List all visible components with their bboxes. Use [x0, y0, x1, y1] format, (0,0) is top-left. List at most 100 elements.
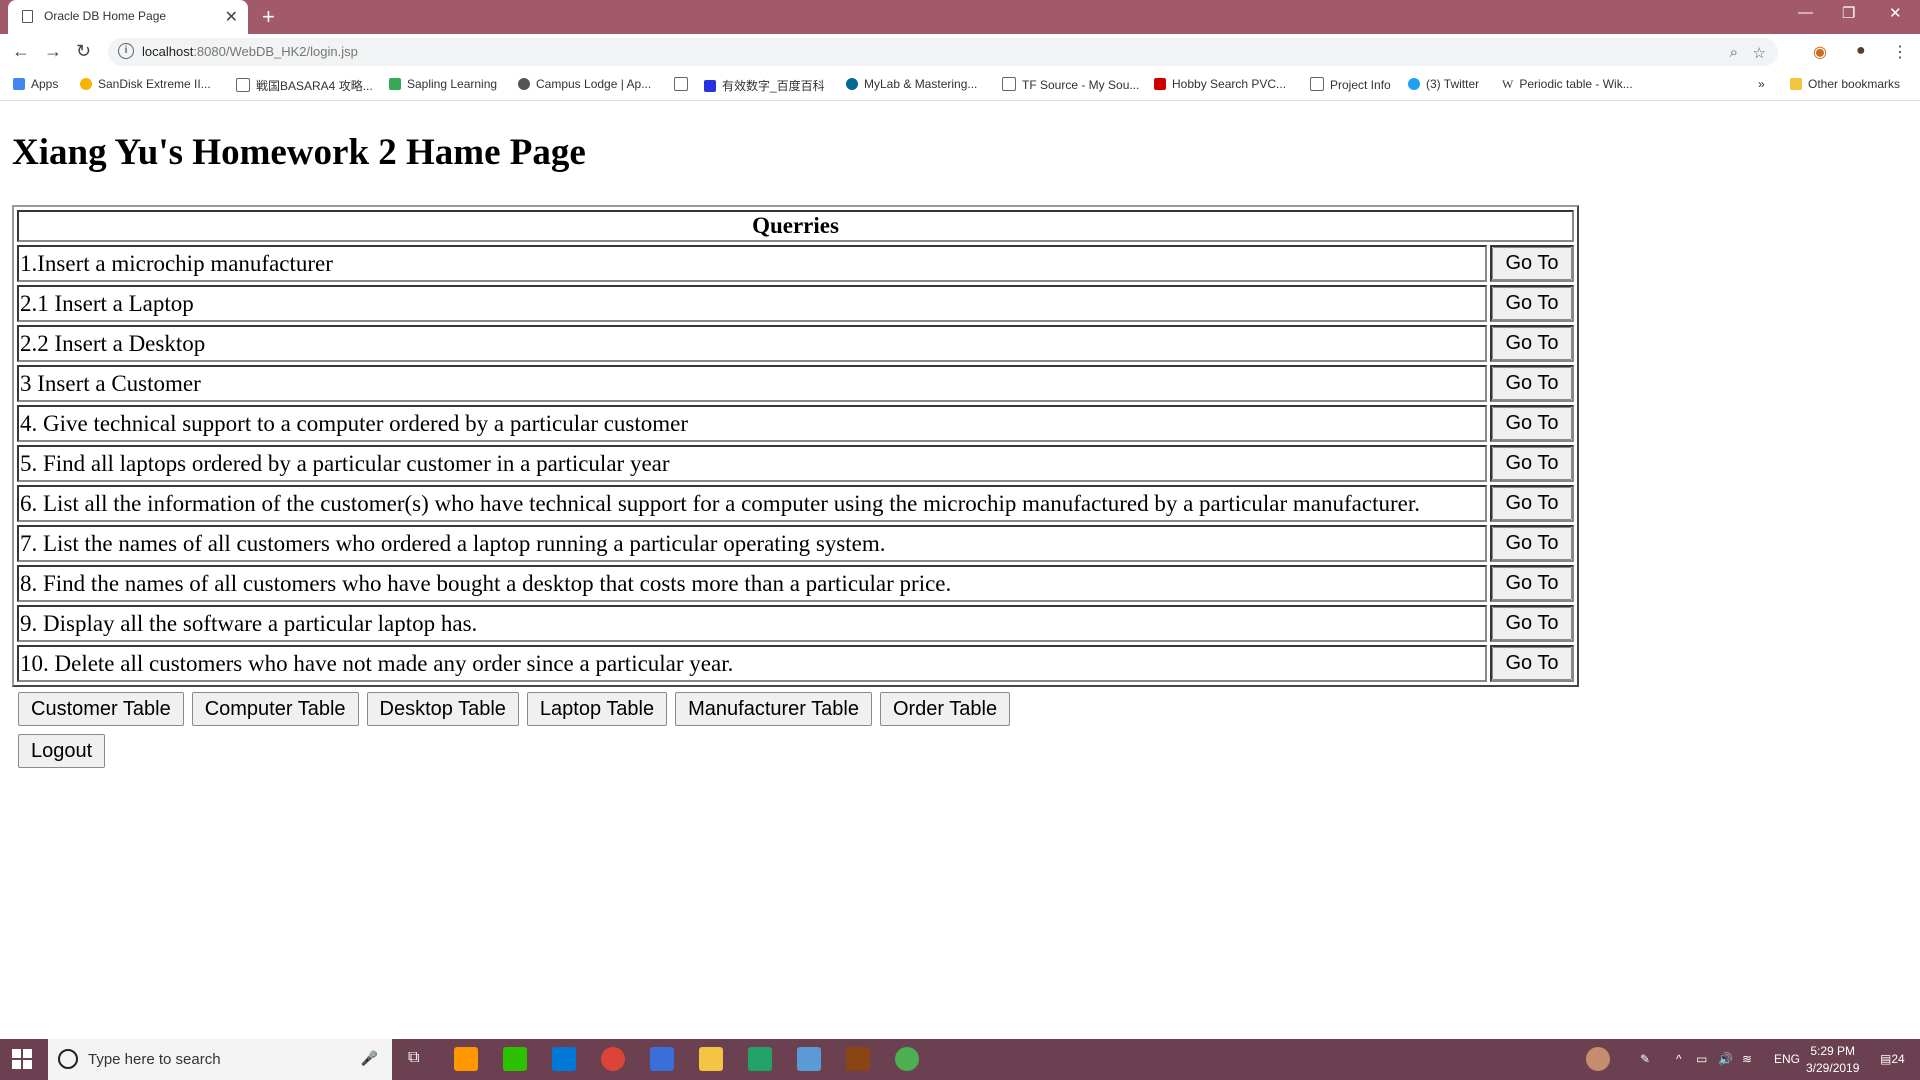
bookmark-favicon	[1154, 78, 1166, 90]
bookmark-item[interactable]: Campus Lodge | Ap...	[518, 77, 651, 91]
forward-icon[interactable]: →	[44, 41, 62, 62]
go-to-button[interactable]: Go To	[1492, 247, 1572, 280]
extension-icon[interactable]: ◉	[1813, 42, 1827, 62]
app-icon[interactable]	[895, 1047, 919, 1071]
bookmark-item[interactable]	[674, 77, 694, 92]
go-to-button[interactable]: Go To	[1492, 447, 1572, 480]
order-table-button[interactable]: Order Table	[879, 692, 1011, 726]
reload-icon[interactable]: ↻	[76, 41, 91, 62]
microphone-icon[interactable]: 🎤	[361, 1050, 378, 1067]
bookmark-wikipedia[interactable]: W Periodic table - Wik...	[1502, 77, 1633, 92]
close-tab-icon[interactable]: ✕	[225, 7, 238, 27]
bookmark-item[interactable]: SanDisk Extreme II...	[80, 77, 211, 91]
url-text: localhost:8080/WebDB_HK2/login.jsp	[142, 44, 358, 59]
cortana-icon	[58, 1049, 78, 1069]
clock[interactable]: 5:29 PM 3/29/2019	[1806, 1043, 1859, 1077]
go-to-button[interactable]: Go To	[1492, 287, 1572, 320]
address-bar[interactable]: i localhost:8080/WebDB_HK2/login.jsp ⌕ ☆	[108, 38, 1778, 66]
other-bookmarks[interactable]: Other bookmarks	[1790, 77, 1900, 91]
go-to-button[interactable]: Go To	[1492, 367, 1572, 400]
bookmark-twitter[interactable]: (3) Twitter	[1408, 77, 1479, 91]
tab-title: Oracle DB Home Page	[44, 9, 167, 23]
pen-icon[interactable]: ✎	[1640, 1052, 1650, 1066]
wifi-icon[interactable]: ≋	[1742, 1052, 1752, 1066]
windows-start-icon[interactable]	[12, 1049, 32, 1069]
notepad-icon[interactable]	[748, 1047, 772, 1071]
query-text: 7. List the names of all customers who o…	[17, 525, 1487, 562]
file-explorer-icon[interactable]	[699, 1047, 723, 1071]
task-view-icon[interactable]: ⧉	[408, 1049, 419, 1067]
wechat-icon[interactable]	[503, 1047, 527, 1071]
query-text: 10. Delete all customers who have not ma…	[17, 645, 1487, 682]
windows-taskbar: Type here to search 🎤 ⧉ ✎ ^ ▭ 🔊 ≋ ENG 5:…	[0, 1039, 1920, 1080]
table-row: 7. List the names of all customers who o…	[17, 525, 1574, 562]
query-text: 5. Find all laptops ordered by a particu…	[17, 445, 1487, 482]
network-icon[interactable]: ▭	[1696, 1052, 1707, 1066]
go-to-button[interactable]: Go To	[1492, 327, 1572, 360]
table-row: 10. Delete all customers who have not ma…	[17, 645, 1574, 682]
bookmark-item[interactable]: Sapling Learning	[389, 77, 497, 91]
bookmark-item[interactable]: Hobby Search PVC...	[1154, 77, 1286, 91]
close-window-icon[interactable]: ✕	[1889, 4, 1902, 22]
go-to-button[interactable]: Go To	[1492, 647, 1572, 680]
browser-tab[interactable]: Oracle DB Home Page ✕	[8, 0, 248, 34]
customer-table-button[interactable]: Customer Table	[18, 692, 184, 726]
query-text: 9. Display all the software a particular…	[17, 605, 1487, 642]
apps-grid-icon	[13, 78, 25, 90]
go-to-button[interactable]: Go To	[1492, 487, 1572, 520]
desktop-table-button[interactable]: Desktop Table	[366, 692, 519, 726]
game-icon[interactable]	[846, 1047, 870, 1071]
store-icon[interactable]	[650, 1047, 674, 1071]
volume-icon[interactable]: 🔊	[1718, 1052, 1733, 1066]
page-icon	[1002, 77, 1016, 91]
go-to-button[interactable]: Go To	[1492, 527, 1572, 560]
taskbar-search-box[interactable]: Type here to search 🎤	[48, 1039, 392, 1080]
edge-icon[interactable]	[552, 1047, 576, 1071]
bookmark-item[interactable]: 有效数字_百度百科	[704, 77, 825, 94]
menu-icon[interactable]: ⋮	[1892, 42, 1908, 62]
bookmark-favicon	[846, 78, 858, 90]
logout-button[interactable]: Logout	[18, 734, 106, 768]
page-title: Xiang Yu's Homework 2 Hame Page	[12, 132, 586, 173]
minimize-icon[interactable]: —	[1798, 4, 1813, 21]
profile-avatar[interactable]: ●	[1856, 42, 1866, 60]
bookmark-item[interactable]: 戦国BASARA4 攻略...	[236, 77, 373, 94]
go-to-button[interactable]: Go To	[1492, 567, 1572, 600]
sublime-text-icon[interactable]	[454, 1047, 478, 1071]
zoom-icon[interactable]: ⌕	[1730, 44, 1738, 61]
chevron-up-icon[interactable]: ^	[1676, 1052, 1682, 1066]
bookmark-item[interactable]: TF Source - My Sou...	[1002, 77, 1139, 92]
notification-icon[interactable]: ▤24	[1880, 1052, 1905, 1066]
back-icon[interactable]: ←	[12, 41, 30, 62]
folder-icon	[1790, 78, 1802, 90]
language-indicator[interactable]: ENG	[1774, 1052, 1800, 1066]
wikipedia-icon: W	[1502, 77, 1514, 91]
star-icon[interactable]: ☆	[1753, 44, 1766, 62]
page-icon	[22, 10, 33, 23]
go-to-button[interactable]: Go To	[1492, 607, 1572, 640]
table-row: 9. Display all the software a particular…	[17, 605, 1574, 642]
manufacturer-table-button[interactable]: Manufacturer Table	[675, 692, 872, 726]
media-player-icon[interactable]	[797, 1047, 821, 1071]
bookmark-apps[interactable]: Apps	[13, 77, 58, 91]
laptop-table-button[interactable]: Laptop Table	[526, 692, 668, 726]
info-icon[interactable]: i	[118, 43, 134, 59]
query-text: 2.1 Insert a Laptop	[17, 285, 1487, 322]
go-to-button[interactable]: Go To	[1492, 407, 1572, 440]
twitter-icon	[1408, 78, 1420, 90]
people-avatar[interactable]	[1586, 1047, 1610, 1071]
chrome-icon[interactable]	[601, 1047, 625, 1071]
table-row: 4. Give technical support to a computer …	[17, 405, 1574, 442]
new-tab-icon[interactable]: +	[262, 4, 275, 30]
bookmark-favicon	[518, 78, 530, 90]
bookmarks-overflow-icon[interactable]: »	[1758, 77, 1765, 91]
search-placeholder: Type here to search	[88, 1051, 221, 1068]
query-text: 1.Insert a microchip manufacturer	[17, 245, 1487, 282]
bookmarks-bar: Apps SanDisk Extreme II... 戦国BASARA4 攻略.…	[0, 70, 1920, 101]
bookmark-item[interactable]: Project Info	[1310, 77, 1391, 92]
table-row: 2.1 Insert a Laptop Go To	[17, 285, 1574, 322]
restore-icon[interactable]: ❐	[1842, 4, 1855, 22]
bookmark-favicon	[80, 78, 92, 90]
bookmark-item[interactable]: MyLab & Mastering...	[846, 77, 977, 91]
computer-table-button[interactable]: Computer Table	[191, 692, 359, 726]
